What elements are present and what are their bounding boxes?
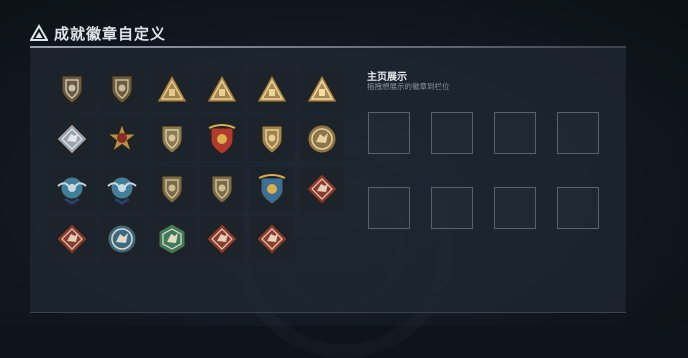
badge-tile[interactable] [100, 117, 144, 161]
triangle-gold-badge-1-icon [156, 73, 188, 103]
triangle-gold-badge-2-icon [206, 73, 238, 103]
badge-tile[interactable] [250, 117, 294, 161]
page-title: 成就徽章自定义 [54, 24, 167, 43]
badge-tile[interactable] [250, 217, 294, 261]
wolf-red-badge-1-icon [306, 173, 338, 205]
badge-tile[interactable] [50, 117, 94, 161]
triangle-dark-badge-icon [61, 75, 83, 104]
shield-wing-badge-1-icon [161, 175, 183, 204]
showcase-slot[interactable] [557, 187, 599, 229]
badge-tile[interactable] [200, 217, 244, 261]
crest-gold-blue-badge-icon [258, 174, 286, 205]
badge-tile[interactable] [150, 217, 194, 261]
showcase-slot[interactable] [368, 112, 410, 154]
badge-tile[interactable] [50, 67, 94, 111]
wolf-round-badge-icon [107, 224, 137, 254]
round-medal-badge-icon [307, 124, 337, 154]
badge-tile[interactable] [200, 117, 244, 161]
badge-tile[interactable] [50, 217, 94, 261]
badge-tile[interactable] [150, 117, 194, 161]
badge-tile[interactable] [100, 217, 144, 261]
header: 成就徽章自定义 [30, 22, 166, 44]
showcase-slots [368, 112, 599, 229]
shield-chevron-badge-icon [161, 125, 183, 154]
panel-divider [30, 46, 626, 48]
showcase-slot[interactable] [494, 112, 536, 154]
wing-blue-badge-1-icon [57, 176, 87, 205]
badge-tile[interactable] [100, 67, 144, 111]
wolf-red-badge-2-icon [56, 223, 88, 255]
shield-lion-badge-icon [261, 125, 283, 154]
badge-tile[interactable] [150, 167, 194, 211]
star-medal-badge-icon [106, 122, 138, 153]
showcase-slot[interactable] [494, 187, 536, 229]
shield-wing-badge-2-icon [211, 175, 233, 204]
badge-tile[interactable] [300, 67, 344, 111]
wolf-red-badge-4-icon [256, 223, 288, 255]
badge-grid [50, 67, 344, 261]
showcase-slot[interactable] [431, 112, 473, 154]
badge-tile[interactable] [300, 117, 344, 161]
badge-tile[interactable] [250, 67, 294, 111]
showcase-slot[interactable] [368, 187, 410, 229]
badge-tile[interactable] [150, 67, 194, 111]
badge-tile[interactable] [200, 67, 244, 111]
wolf-hex-badge-icon [158, 223, 186, 255]
triangle-gold-badge-4-icon [306, 73, 338, 103]
diamond-silver-badge-icon [56, 123, 88, 155]
crest-red-badge-icon [208, 124, 236, 155]
showcase-slot[interactable] [557, 112, 599, 154]
showcase-slot[interactable] [431, 187, 473, 229]
wolf-red-badge-3-icon [206, 223, 238, 255]
triangle-gold-badge-3-icon [256, 73, 288, 103]
helicopter-badge-icon [111, 75, 133, 104]
wing-blue-badge-2-icon [107, 176, 137, 205]
badge-tile[interactable] [300, 167, 344, 211]
badge-panel: 主页展示 拖拽想展示的徽章到栏位 [30, 46, 626, 313]
badge-tile[interactable] [200, 167, 244, 211]
showcase-hint: 拖拽想展示的徽章到栏位 [367, 82, 450, 91]
badge-tile[interactable] [100, 167, 144, 211]
badge-tile[interactable] [250, 167, 294, 211]
badge-tile[interactable] [50, 167, 94, 211]
warning-triangle-icon [30, 24, 48, 42]
